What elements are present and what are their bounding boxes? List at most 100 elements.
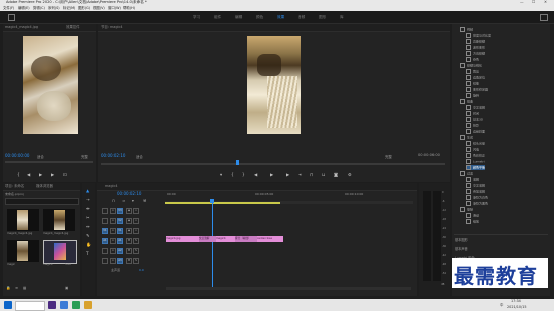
effect-item[interactable]: 高斯模糊 [466,39,485,44]
track-solo-button[interactable]: S [133,258,139,264]
transition-clip[interactable]: 拆分（两线） [235,236,257,242]
track-target[interactable]: A2 [117,248,123,254]
track-solo-button[interactable]: S [133,238,139,244]
icon-view-icon[interactable]: ▦ [23,286,26,290]
program-timecode[interactable]: 00:00:02:10 [101,153,125,158]
play-button[interactable]: ▶ [270,172,273,177]
type-tool-icon[interactable]: T [86,251,89,256]
chrome-taskbar-icon[interactable] [72,301,80,309]
track-header[interactable]: ⚿ V3 ◉ ▭ [102,208,180,215]
tab-project[interactable]: 项目: 未命名 [5,183,24,190]
effect-item[interactable]: 叠加溶解 [466,189,485,194]
track-sync-icon[interactable]: ▭ [133,228,139,234]
new-item-icon[interactable]: ▣ [65,286,68,290]
insert-icon[interactable]: ⊡ [63,172,67,177]
workspace-tab-effects[interactable]: 效果 [277,15,284,20]
workspace-tab-color[interactable]: 颜色 [256,15,263,20]
workspace-tab-editing[interactable]: 编辑 [235,15,242,20]
tab-source[interactable]: magic4_magic4.jpg [5,24,38,31]
track-solo-button[interactable]: S [133,248,139,254]
settings-icon[interactable]: ⚙ [348,172,352,177]
effect-item[interactable]: 交叉溶解 [466,183,485,188]
tab-media-browser[interactable]: 媒体浏览器 [36,183,53,190]
effect-item[interactable]: 镜头光晕 [466,141,485,146]
track-eye-icon[interactable]: ◉ [126,208,132,214]
step-back-button[interactable]: ◀ [254,172,257,177]
timeline-clip[interactable]: magic4.jpg [166,236,200,242]
track-mute-button[interactable]: M [126,258,132,264]
effect-item[interactable]: 视频 [460,27,473,32]
effect-item[interactable]: 过渡 [460,171,473,176]
track-target[interactable]: V3 [117,208,123,214]
effect-item[interactable]: 扭曲 [460,99,473,104]
track-source-patch[interactable]: A1 [102,238,108,244]
effect-item[interactable]: 交叉溶解 [466,105,485,110]
windows-start-icon[interactable] [4,301,12,309]
go-to-in-icon[interactable]: } [242,172,245,177]
slip-tool-icon[interactable]: ↔ [86,224,90,229]
effect-item[interactable]: 边角定位 [466,75,485,80]
effect-item[interactable]: 擦除 [460,207,473,212]
effect-item[interactable]: 杂色 [466,57,479,62]
razor-tool-icon[interactable]: ✂ [86,215,90,220]
track-header[interactable]: ⚿ V2 ◉ ▭ [102,218,180,225]
source-timecode[interactable]: 00:00:00:00 [5,153,29,158]
premiere-taskbar-icon[interactable] [48,301,56,309]
lock-icon[interactable]: 🔒 [6,286,10,290]
mark-in-button[interactable]: { [17,172,20,177]
effect-item[interactable]: 基本3D [466,117,483,122]
workspace-tab-assembly[interactable]: 组件 [214,15,221,20]
project-item[interactable] [7,209,39,231]
master-volume-value[interactable]: 0.0 [139,268,144,272]
program-title[interactable]: 节目: magic4 [101,24,123,31]
track-source-patch[interactable] [102,208,108,214]
track-eye-icon[interactable]: ◉ [126,228,132,234]
track-target[interactable]: V1 [117,228,123,234]
timeline-timecode[interactable]: 00:00:02:10 [117,191,141,196]
play-icon[interactable]: ▶ [39,172,42,177]
effect-item[interactable]: 模糊与锐化 [460,63,482,68]
mark-in-icon[interactable]: ▾ [220,172,222,177]
effect-item[interactable]: 旋转 [466,93,479,98]
link-icon[interactable]: ⊃ [122,199,125,203]
track-target[interactable]: A1 [117,238,123,244]
panel-essential-sound[interactable]: 基本声音 [455,246,468,251]
track-header[interactable]: ⚿ A3 M S [102,258,180,265]
track-source-patch[interactable] [102,258,108,264]
track-lock-icon[interactable]: ⚿ [110,248,116,254]
effect-item[interactable]: 生成 [460,135,473,140]
input-language-indicator[interactable]: 中 [500,302,503,307]
effect-item[interactable]: 色彩校正 [466,153,485,158]
extract-icon[interactable]: ⊔ [322,172,325,177]
work-area-bar[interactable] [165,202,280,204]
lift-icon[interactable]: ⊓ [310,172,313,177]
source-fit-select[interactable]: 适合 [37,154,44,159]
track-header[interactable]: ⚿ A2 M S [102,248,180,255]
track-lock-icon[interactable]: ⚿ [110,208,116,214]
effect-item[interactable]: 变形稳定器 [466,87,488,92]
track-sync-icon[interactable]: ▭ [133,218,139,224]
effect-item[interactable]: 溶解 [466,177,479,182]
project-item[interactable] [7,240,39,262]
workspace-tab-learn[interactable]: 学习 [193,15,200,20]
effect-item[interactable]: 颜色平衡 [466,165,486,170]
track-target[interactable]: A3 [117,258,123,264]
track-source-patch[interactable] [102,218,108,224]
timeline-tab[interactable]: magic4 [105,183,118,190]
taskbar-search-input[interactable] [15,301,45,311]
effect-item[interactable]: 边缘斜面 [466,129,485,134]
clock-time[interactable]: 17:34 [511,299,521,303]
go-to-out-icon[interactable]: ⇥ [298,172,302,177]
step-back-icon[interactable]: ◀ [27,172,30,177]
program-scrubber[interactable] [101,163,445,165]
effect-item[interactable]: 渐隐为白色 [466,195,488,200]
transition-clip[interactable]: 交叉溶解 [199,236,216,242]
track-lock-icon[interactable]: ⚿ [110,258,116,264]
effect-item[interactable]: Lumetri [466,159,485,164]
camera-icon[interactable]: ◙ [334,172,338,177]
explorer-taskbar-icon[interactable] [60,301,68,309]
program-quality-select[interactable]: 完整 [385,154,392,159]
step-forward-icon[interactable]: ▶ [51,172,54,177]
effect-item[interactable]: 滑动 [466,213,479,218]
track-source-patch[interactable] [102,248,108,254]
